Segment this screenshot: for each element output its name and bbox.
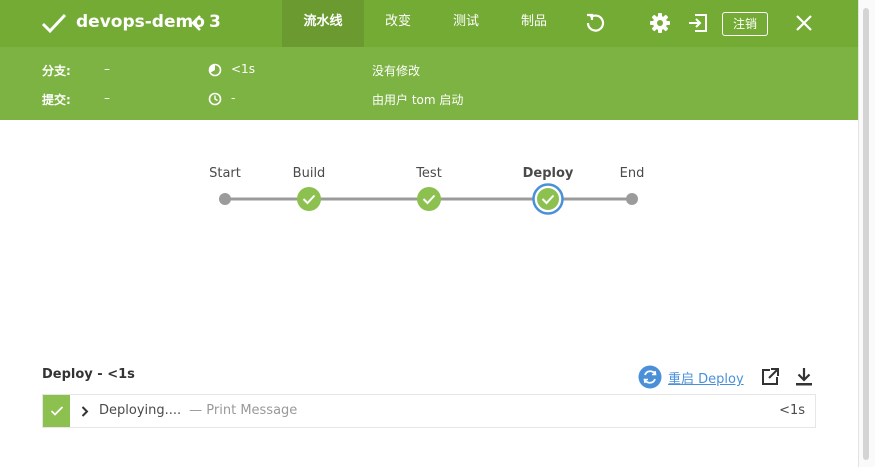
stage-label-test: Test <box>416 166 442 181</box>
restart-stage-link[interactable]: 重启 Deploy <box>668 368 744 387</box>
step-duration: <1s <box>779 403 805 418</box>
stage-label-build: Build <box>292 166 326 181</box>
restart-icon[interactable] <box>638 365 662 389</box>
step-row[interactable]: Deploying.... — Print Message <1s <box>42 394 816 428</box>
page-scrollbar-thumb[interactable] <box>863 8 869 460</box>
stage-node-end <box>626 193 638 205</box>
stage-label-deploy: Deploy <box>522 166 574 181</box>
stage-detail-title: Deploy - <1s <box>42 367 135 382</box>
step-status-success <box>43 395 70 427</box>
open-external-icon[interactable] <box>760 367 780 387</box>
download-icon[interactable] <box>795 367 813 387</box>
stage-label-start: Start <box>209 166 241 181</box>
check-icon <box>50 406 64 416</box>
step-name: Deploying.... <box>99 403 182 418</box>
stage-node-deploy[interactable] <box>532 183 564 215</box>
step-description: — Print Message <box>189 403 298 418</box>
stage-node-test[interactable] <box>416 186 442 212</box>
chevron-right-icon[interactable] <box>81 406 89 417</box>
stage-node-start <box>219 193 231 205</box>
step-text: Deploying.... — Print Message <box>99 403 297 418</box>
stage-node-build[interactable] <box>296 186 322 212</box>
stage-label-end: End <box>619 166 645 181</box>
